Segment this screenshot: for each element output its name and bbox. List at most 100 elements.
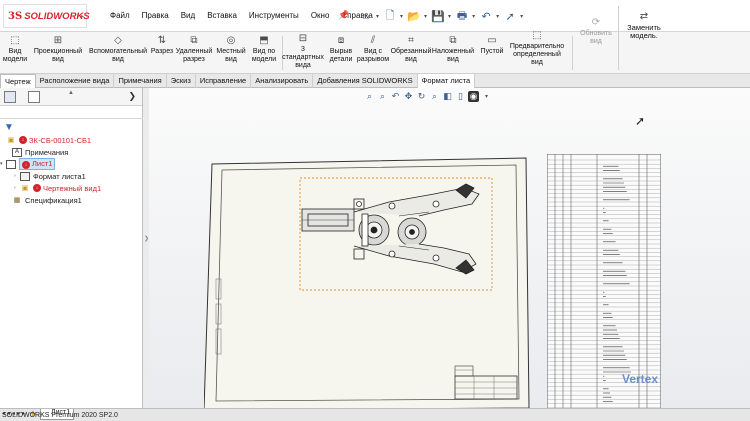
command-manager-ribbon: ⬚ Вид модели ⊞ Проекционный вид ◇ Вспомо… [0, 6, 750, 74]
standard-3-view-icon: ⊟ [298, 32, 308, 44]
filter-icon[interactable]: ▼ [4, 122, 14, 133]
model-view-button[interactable]: ⬚ Вид модели [3, 34, 27, 64]
section-view-label: Разрез [150, 48, 174, 55]
tree-annotations[interactable]: A Примечания [6, 146, 143, 158]
rebuild-error-icon: ↓ [19, 136, 27, 144]
auxiliary-view-button[interactable]: ◇ Вспомогательный вид [88, 34, 148, 64]
alternate-position-icon: ⧉ [449, 34, 457, 46]
logo-arrow-icon: ▸ [80, 14, 84, 20]
menu-edit[interactable]: Правка [136, 11, 175, 20]
removed-section-button[interactable]: ⧉ Удаленный разрез [176, 34, 213, 64]
menu-view[interactable]: Вид [175, 11, 201, 20]
tab-drawing[interactable]: Чертеж [0, 74, 36, 88]
feature-tree-tab-icon[interactable] [4, 91, 16, 103]
crop-view-label: Обрезанный вид [390, 48, 432, 63]
tree-root[interactable]: ▣ ↓ ЗК-СБ-00101-СБ1 [0, 134, 143, 146]
zoom-to-fit-icon[interactable]: ⌕ [364, 91, 375, 102]
sheet-format-icon [20, 171, 30, 181]
menu-tools[interactable]: Инструменты [243, 11, 305, 20]
empty-view-icon: ▭ [487, 34, 497, 46]
feature-tree: ▣ ↓ ЗК-СБ-00101-СБ1 A Примечания ▾ ↓ Лист… [0, 134, 143, 206]
broken-view-icon: ⫽ [370, 34, 376, 46]
solidworks-logo[interactable]: 3S SOLIDWORKS ▸ [3, 4, 90, 28]
drawing-doc-icon: ▣ [7, 137, 15, 144]
save-icon[interactable]: 💾 [430, 8, 446, 24]
drawing-view-icon: ▣ [21, 185, 29, 192]
annotations-label: Примечания [25, 147, 69, 157]
tab-view-layout[interactable]: Расположение вида [36, 74, 115, 88]
tab-annotation[interactable]: Примечания [114, 74, 167, 88]
relative-view-icon: ⬒ [259, 34, 269, 46]
relative-view-button[interactable]: ⬒ Вид по модели [249, 34, 279, 64]
projected-view-label: Проекционный вид [33, 48, 83, 63]
replace-model-label: Заменить модель. [627, 23, 661, 40]
menu-window[interactable]: Окно [305, 11, 336, 20]
sheet-label: Лист1 [32, 159, 53, 168]
ds-logo-mark: 3S [8, 10, 23, 22]
tree-sheet[interactable]: ▾ ↓ Лист1 [0, 158, 143, 170]
menu-file[interactable]: Файл [104, 11, 136, 20]
chevron-right-icon[interactable]: ❯ [128, 91, 136, 102]
break-out-label: Вырыв детали [329, 48, 353, 63]
zoom-selection-icon[interactable]: ⌕ [429, 91, 440, 102]
new-document-icon[interactable]: 🗋 [382, 8, 398, 24]
alternate-position-label: Наложенный вид [431, 48, 475, 63]
annotations-icon: A [12, 147, 22, 157]
feature-manager-toolbar: ▲ ❯ [0, 88, 142, 106]
break-out-button[interactable]: ⧈ Вырыв детали [327, 34, 355, 64]
predefined-view-button[interactable]: ⬚ Предварительно определенный вид [508, 29, 566, 67]
property-manager-tab-icon[interactable] [28, 91, 40, 103]
empty-view-label: Пустой [480, 48, 504, 55]
display-style-icon[interactable]: ◧ [442, 91, 453, 102]
tree-bom[interactable]: ▦ Спецификация1 [6, 194, 143, 206]
tab-addins[interactable]: Добавления SOLIDWORKS [313, 74, 418, 88]
menu-insert[interactable]: Вставка [201, 11, 243, 20]
projected-view-button[interactable]: ⊞ Проекционный вид [31, 34, 85, 64]
tab-sheet-format[interactable]: Формат листа [417, 74, 476, 88]
collapse-up-icon[interactable]: ▲ [68, 90, 74, 96]
rotate-icon[interactable]: ↻ [416, 91, 427, 102]
pan-icon[interactable]: ✥ [403, 91, 414, 102]
update-view-icon: ⟳ [591, 16, 601, 28]
detail-view-button[interactable]: ◎ Местный вид [215, 34, 247, 64]
tab-markup[interactable]: Исправление [196, 74, 252, 88]
standard-3-view-button[interactable]: ⊟ 3 стандартных вида [282, 32, 324, 70]
broken-view-button[interactable]: ⫽ Вид с разрывом [357, 34, 389, 64]
hide-show-icon[interactable]: ▯ [455, 91, 466, 102]
bom-table[interactable] [547, 154, 661, 408]
bom-label: Спецификация1 [25, 195, 82, 205]
previous-view-icon[interactable]: ↶ [390, 91, 401, 102]
dropdown-arrow-icon[interactable]: ▾ [481, 91, 492, 102]
alternate-position-button[interactable]: ⧉ Наложенный вид [431, 34, 475, 64]
detail-view-label: Местный вид [216, 48, 246, 63]
empty-view-button[interactable]: ▭ Пустой [479, 34, 505, 56]
graphics-area[interactable]: ⌕ ⌕ ↶ ✥ ↻ ⌕ ◧ ▯ ◉ ▾ ➚ Vertex [149, 88, 750, 408]
select-cursor-icon[interactable]: ➚ [502, 8, 518, 24]
divider [0, 118, 143, 119]
drawing-sheet[interactable] [204, 154, 534, 408]
predefined-view-label: Предварительно определенный вид [509, 43, 565, 66]
tree-sheet-format[interactable]: › Формат листа1 [14, 170, 143, 182]
tab-sketch[interactable]: Эскиз [167, 74, 196, 88]
undo-icon[interactable]: ↶ [478, 8, 494, 24]
quick-access-toolbar: ⌂ ▾ 🗋 ▾ 📂 ▾ 💾 ▾ 🖶 ▾ ↶ ▾ ➚ ▾ [358, 6, 526, 26]
update-view-button[interactable]: ⟳ Обновить вид [575, 16, 617, 46]
replace-model-button[interactable]: ⇄ Заменить модель. [622, 10, 666, 40]
update-view-label: Обновить вид [580, 30, 612, 45]
section-view-button[interactable]: ⇅ Разрез [150, 34, 174, 56]
vertex-watermark: Vertex [622, 372, 659, 386]
scene-icon[interactable]: ◉ [468, 91, 479, 102]
tree-drawing-view[interactable]: › ▣ ↓ Чертежный вид1 [14, 182, 143, 194]
model-view-icon: ⬚ [10, 34, 20, 46]
print-icon[interactable]: 🖶 [454, 8, 470, 24]
crop-view-button[interactable]: ⌗ Обрезанный вид [390, 34, 432, 64]
pin-icon[interactable]: 📌 [338, 10, 349, 21]
open-folder-icon[interactable]: 📂 [406, 8, 422, 24]
home-icon[interactable]: ⌂ [358, 8, 374, 24]
replace-model-icon: ⇄ [639, 10, 649, 22]
crop-view-icon: ⌗ [408, 34, 414, 46]
heads-up-view-toolbar: ⌕ ⌕ ↶ ✥ ↻ ⌕ ◧ ▯ ◉ ▾ [364, 91, 492, 102]
tab-evaluate[interactable]: Анализировать [251, 74, 314, 88]
zoom-area-icon[interactable]: ⌕ [377, 91, 388, 102]
ribbon-separator [572, 36, 573, 70]
